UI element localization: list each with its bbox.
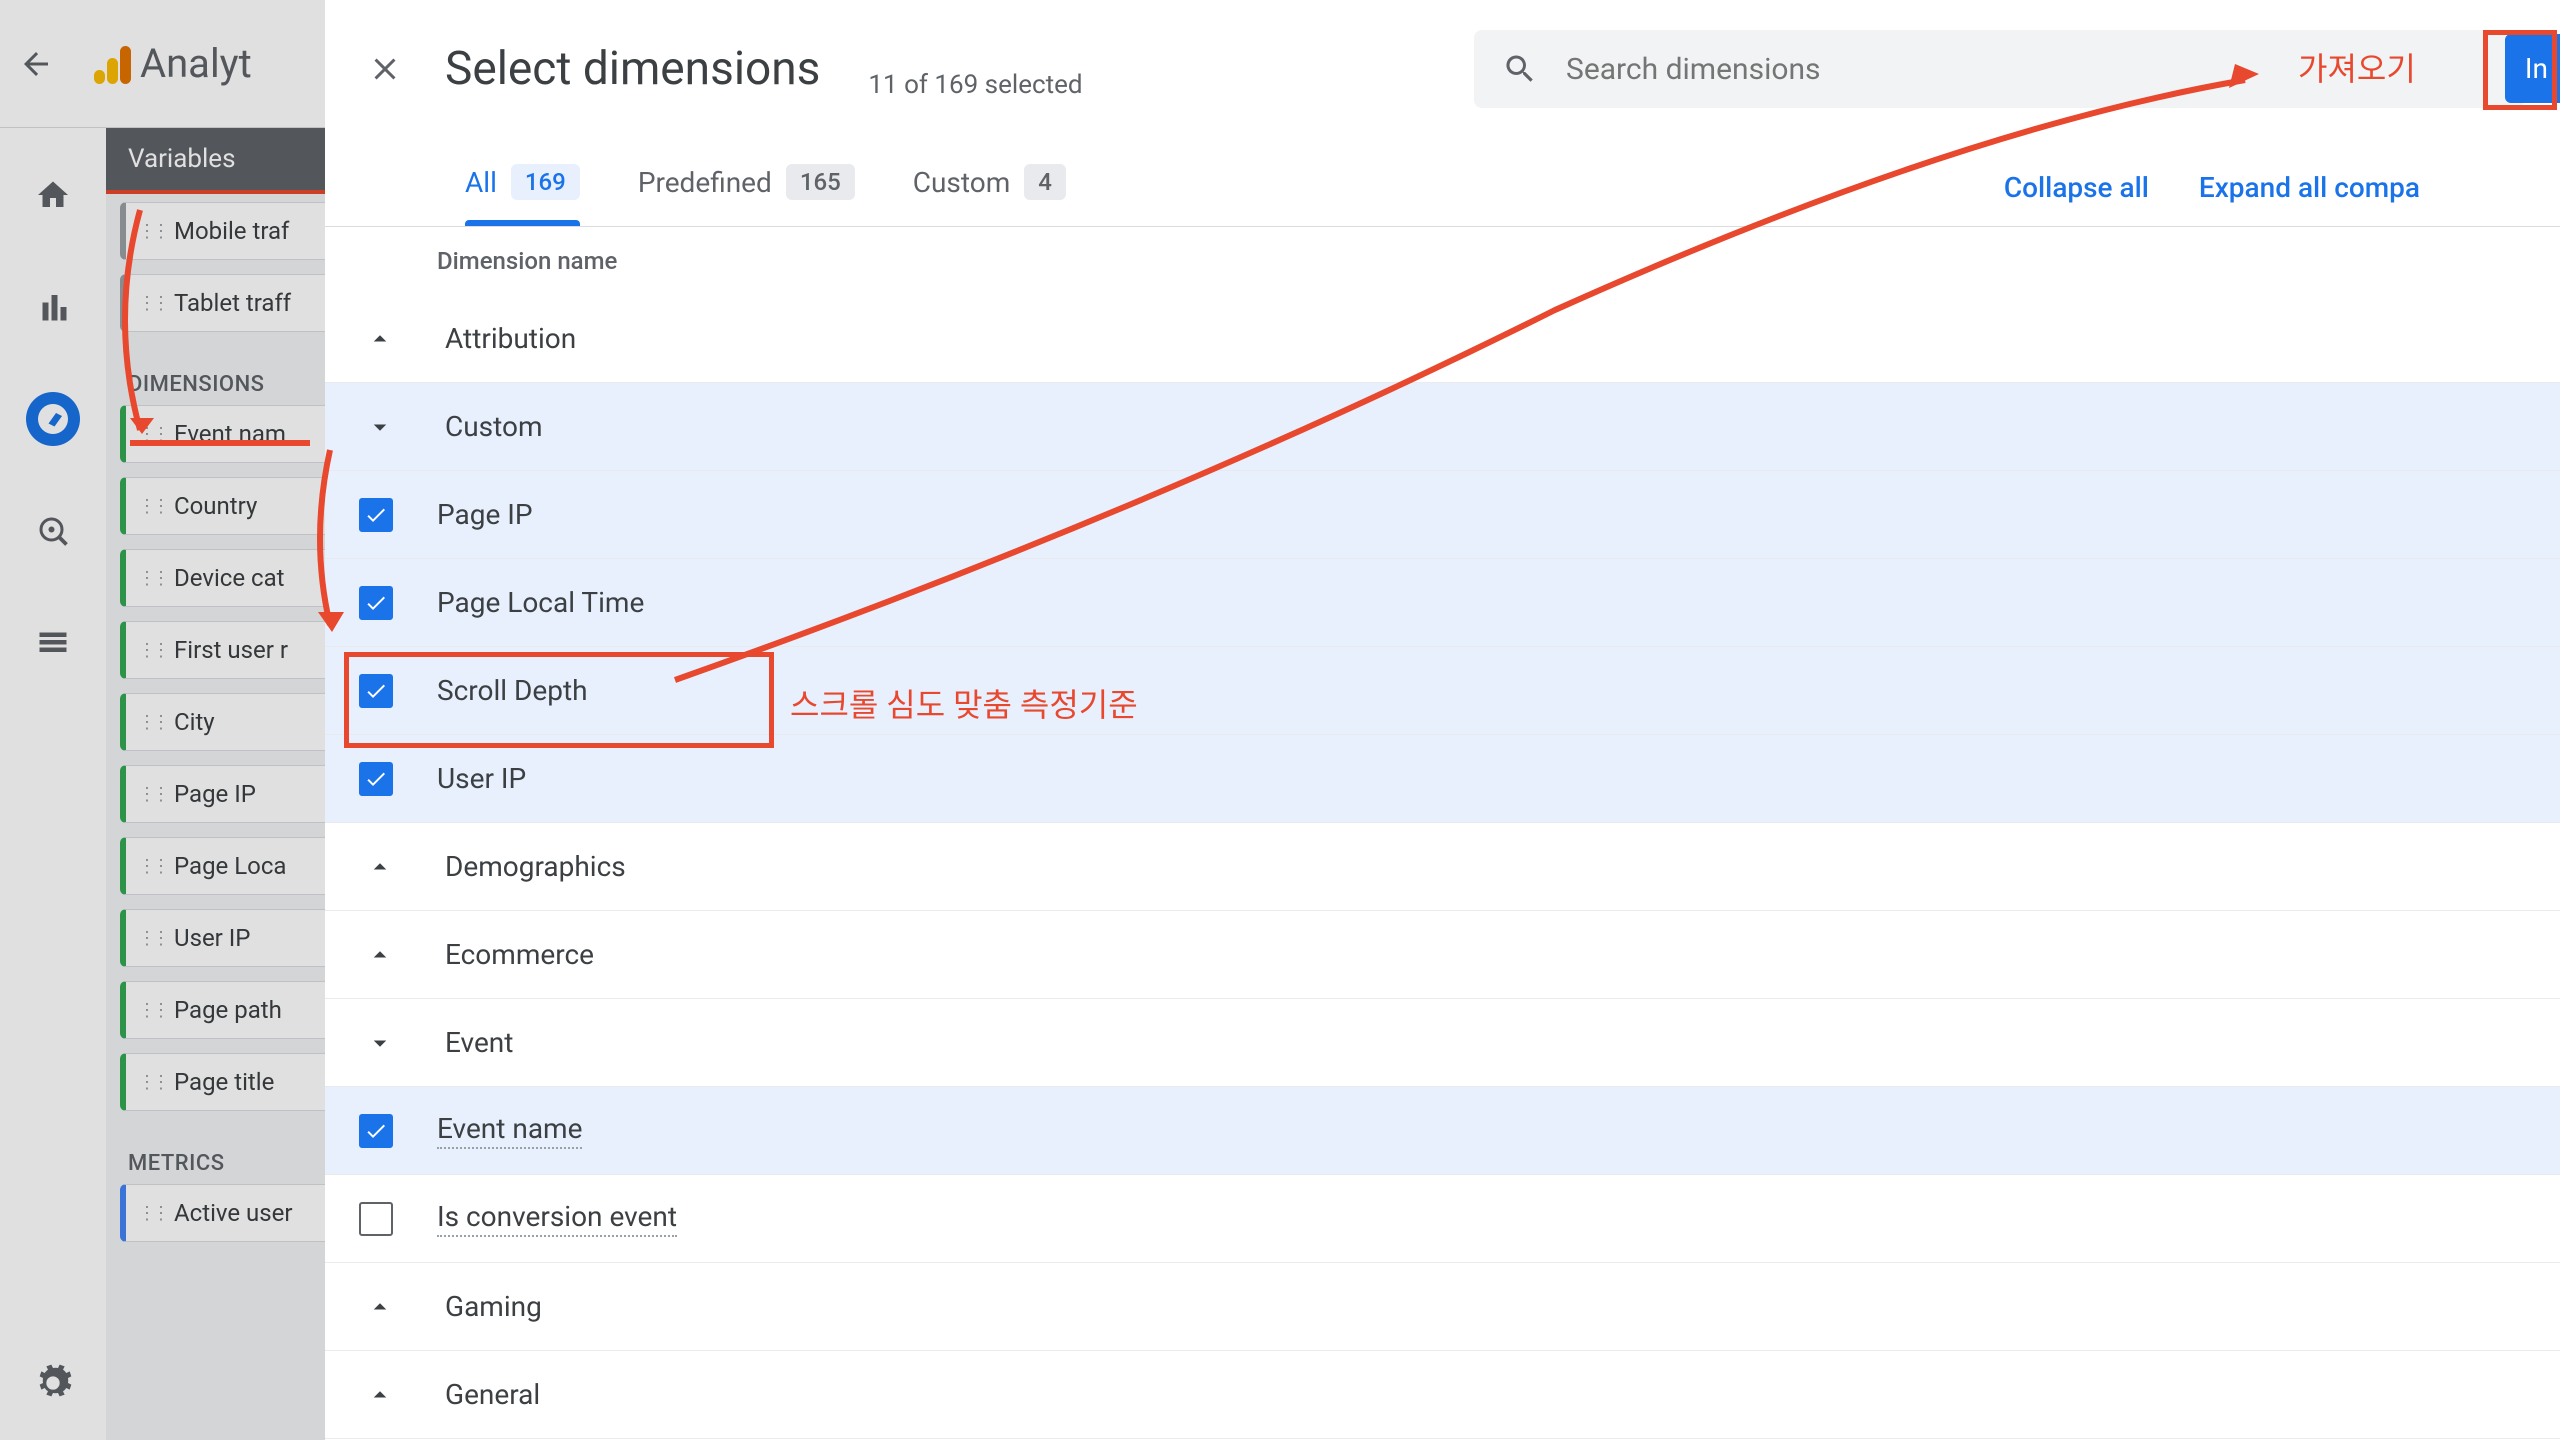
checkbox-checked[interactable] (359, 1114, 393, 1148)
import-button[interactable]: In (2505, 34, 2560, 103)
search-icon (1502, 51, 1538, 87)
tab-all[interactable]: All169 (465, 148, 580, 226)
chevron-down-icon (359, 1022, 401, 1064)
tab-predefined[interactable]: Predefined165 (638, 148, 855, 226)
dialog-title: Select dimensions (445, 42, 820, 96)
group-custom[interactable]: Custom (325, 383, 2560, 471)
chevron-up-icon (359, 1374, 401, 1416)
group-attribution[interactable]: Attribution (325, 295, 2560, 383)
annotation-underline (130, 440, 310, 446)
close-icon (367, 51, 403, 87)
checkbox-checked[interactable] (359, 498, 393, 532)
search-input[interactable] (1566, 52, 2496, 87)
group-ecommerce[interactable]: Ecommerce (325, 911, 2560, 999)
chevron-up-icon (359, 846, 401, 888)
dialog-subtitle: 11 of 169 selected (868, 70, 1082, 108)
group-event[interactable]: Event (325, 999, 2560, 1087)
chevron-up-icon (359, 318, 401, 360)
group-general[interactable]: General (325, 1351, 2560, 1439)
group-gaming[interactable]: Gaming (325, 1263, 2560, 1351)
search-box[interactable] (1474, 30, 2524, 108)
item-scroll-depth[interactable]: Scroll Depth (325, 647, 2560, 735)
dimensions-list: Attribution Custom Page IP Page Local Ti… (325, 295, 2560, 1440)
item-is-conversion-event[interactable]: Is conversion event (325, 1175, 2560, 1263)
item-event-name[interactable]: Event name (325, 1087, 2560, 1175)
tab-custom[interactable]: Custom4 (913, 148, 1066, 226)
checkbox-unchecked[interactable] (359, 1202, 393, 1236)
chevron-down-icon (359, 406, 401, 448)
checkbox-checked[interactable] (359, 674, 393, 708)
chevron-up-icon (359, 934, 401, 976)
select-dimensions-dialog: Select dimensions 11 of 169 selected In … (325, 0, 2560, 1440)
collapse-all-button[interactable]: Collapse all (2004, 171, 2149, 204)
checkbox-checked[interactable] (359, 586, 393, 620)
chevron-up-icon (359, 1286, 401, 1328)
checkbox-checked[interactable] (359, 762, 393, 796)
expand-all-button[interactable]: Expand all compa (2199, 171, 2420, 204)
group-demographics[interactable]: Demographics (325, 823, 2560, 911)
filter-tabs: All169 Predefined165 Custom4 Collapse al… (325, 128, 2560, 227)
item-user-ip[interactable]: User IP (325, 735, 2560, 823)
item-page-local-time[interactable]: Page Local Time (325, 559, 2560, 647)
column-header: Dimension name (325, 227, 2560, 295)
item-page-ip[interactable]: Page IP (325, 471, 2560, 559)
close-button[interactable] (361, 45, 409, 93)
